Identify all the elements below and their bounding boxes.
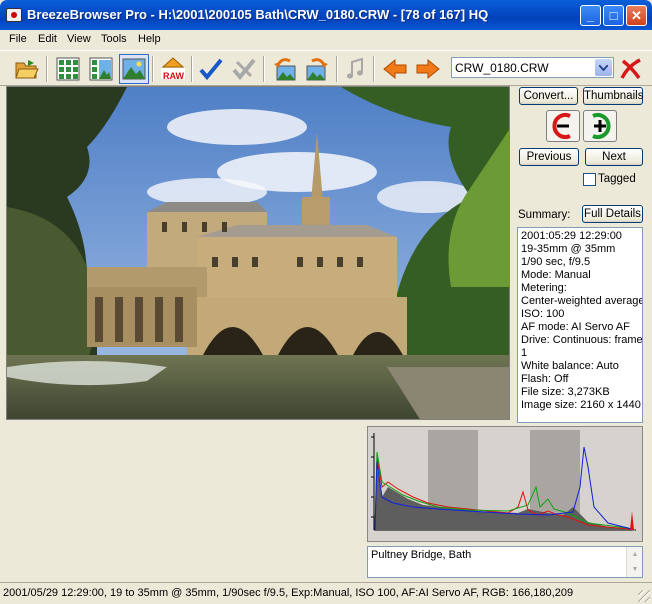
histogram-graph bbox=[371, 430, 636, 531]
status-bar: 2001/05/29 12:29:00, 19 to 35mm @ 35mm, … bbox=[0, 582, 652, 604]
thumbnail-grid-button[interactable] bbox=[53, 54, 83, 84]
info-line: ISO: 100 bbox=[521, 308, 565, 320]
previous-button[interactable]: Previous bbox=[519, 148, 579, 166]
caption-scrollbar[interactable]: ▲ ▼ bbox=[626, 547, 642, 577]
exit-x-icon bbox=[620, 58, 641, 80]
info-line: Flash: Off bbox=[521, 373, 569, 385]
menu-help[interactable]: Help bbox=[138, 33, 161, 45]
scroll-up-icon[interactable]: ▲ bbox=[627, 547, 643, 562]
file-select[interactable]: CRW_0180.CRW bbox=[451, 57, 614, 78]
open-folder-icon bbox=[15, 60, 39, 79]
summary-label: Summary: bbox=[518, 209, 571, 221]
info-line: Image size: 2160 x 1440 bbox=[521, 399, 641, 411]
info-line: 19-35mm @ 35mm bbox=[521, 243, 616, 255]
sound-button[interactable] bbox=[340, 54, 370, 84]
info-line: 2001:05:29 12:29:00 bbox=[521, 230, 622, 242]
add-tag-button[interactable] bbox=[583, 110, 617, 142]
minus-arrow-icon bbox=[552, 113, 571, 139]
info-line: Mode: Manual bbox=[521, 269, 591, 281]
close-button[interactable]: ✕ bbox=[626, 5, 647, 26]
preview-image-icon bbox=[122, 58, 146, 80]
menu-view[interactable]: View bbox=[67, 33, 91, 45]
raw-label: RAW bbox=[163, 71, 184, 81]
info-line: Center-weighted average bbox=[521, 295, 643, 307]
rotate-left-icon bbox=[274, 58, 296, 81]
file-select-value: CRW_0180.CRW bbox=[455, 61, 549, 75]
toolbar-separator bbox=[46, 56, 48, 82]
previous-image-button[interactable] bbox=[380, 54, 410, 84]
toolbar-separator bbox=[373, 56, 375, 82]
caption-box[interactable]: Pultney Bridge, Bath ▲ ▼ bbox=[367, 546, 643, 578]
convert-button[interactable]: Convert... bbox=[519, 87, 578, 105]
toolbar-separator bbox=[152, 56, 154, 82]
info-line: Metering: bbox=[521, 282, 567, 294]
next-image-button[interactable] bbox=[413, 54, 443, 84]
raw-convert-button[interactable]: RAW bbox=[158, 54, 188, 84]
info-line: 1 bbox=[521, 347, 528, 359]
scroll-down-icon[interactable]: ▼ bbox=[627, 562, 643, 577]
menu-bar: File Edit View Tools Help bbox=[0, 30, 652, 50]
rotate-right-button[interactable] bbox=[302, 54, 332, 84]
checkmark-icon bbox=[199, 58, 223, 81]
menu-tools[interactable]: Tools bbox=[101, 33, 127, 45]
window-title: BreezeBrowser Pro - H:\2001\200105 Bath\… bbox=[27, 7, 489, 22]
exif-summary: 2001:05:29 12:29:00 19-35mm @ 35mm 1/90 … bbox=[517, 227, 643, 423]
untag-button[interactable] bbox=[229, 54, 259, 84]
toolbar-separator bbox=[336, 56, 338, 82]
arrow-left-icon bbox=[383, 58, 407, 80]
info-line: AF mode: AI Servo AF bbox=[521, 321, 630, 333]
caption-text: Pultney Bridge, Bath bbox=[371, 549, 472, 561]
info-line: 1/90 sec, f/9.5 bbox=[521, 256, 591, 268]
toolbar-separator bbox=[191, 56, 193, 82]
info-line: Drive: Continuous: frame bbox=[521, 334, 643, 346]
menu-file[interactable]: File bbox=[9, 33, 27, 45]
rotate-right-icon bbox=[306, 58, 328, 81]
info-line: White balance: Auto bbox=[521, 360, 619, 372]
info-line: File size: 3,273KB bbox=[521, 386, 610, 398]
menu-edit[interactable]: Edit bbox=[38, 33, 57, 45]
title-bar[interactable]: BreezeBrowser Pro - H:\2001\200105 Bath\… bbox=[0, 0, 652, 30]
minimize-button[interactable]: _ bbox=[580, 5, 601, 26]
rotate-left-button[interactable] bbox=[270, 54, 300, 84]
status-text: 2001/05/29 12:29:00, 19 to 35mm @ 35mm, … bbox=[3, 587, 574, 599]
resize-grip-icon[interactable] bbox=[638, 590, 650, 602]
thumbnail-grid-icon bbox=[56, 57, 80, 81]
thumbnails-button[interactable]: Thumbnails bbox=[583, 87, 643, 105]
remove-tag-button[interactable] bbox=[546, 110, 580, 142]
full-details-button[interactable]: Full Details bbox=[582, 205, 643, 223]
preview-mode-button[interactable] bbox=[119, 54, 149, 84]
image-preview[interactable] bbox=[6, 86, 510, 420]
arrow-right-icon bbox=[416, 58, 440, 80]
histogram bbox=[367, 426, 643, 542]
exit-button[interactable] bbox=[616, 54, 646, 84]
chevron-down-icon[interactable] bbox=[595, 59, 612, 76]
music-note-icon bbox=[347, 57, 363, 79]
thumbnails-with-preview-button[interactable] bbox=[86, 54, 116, 84]
uncheck-icon bbox=[232, 58, 256, 81]
app-icon[interactable] bbox=[6, 8, 22, 22]
photo-image bbox=[7, 87, 509, 419]
tag-button[interactable] bbox=[196, 54, 226, 84]
plus-arrow-icon bbox=[592, 113, 611, 139]
toolbar-separator bbox=[263, 56, 265, 82]
next-button[interactable]: Next bbox=[585, 148, 643, 166]
tagged-checkbox[interactable] bbox=[583, 173, 596, 186]
open-folder-button[interactable] bbox=[12, 54, 42, 84]
tagged-label: Tagged bbox=[598, 173, 636, 185]
thumbnail-preview-icon bbox=[89, 57, 113, 81]
maximize-button[interactable]: □ bbox=[603, 5, 624, 26]
